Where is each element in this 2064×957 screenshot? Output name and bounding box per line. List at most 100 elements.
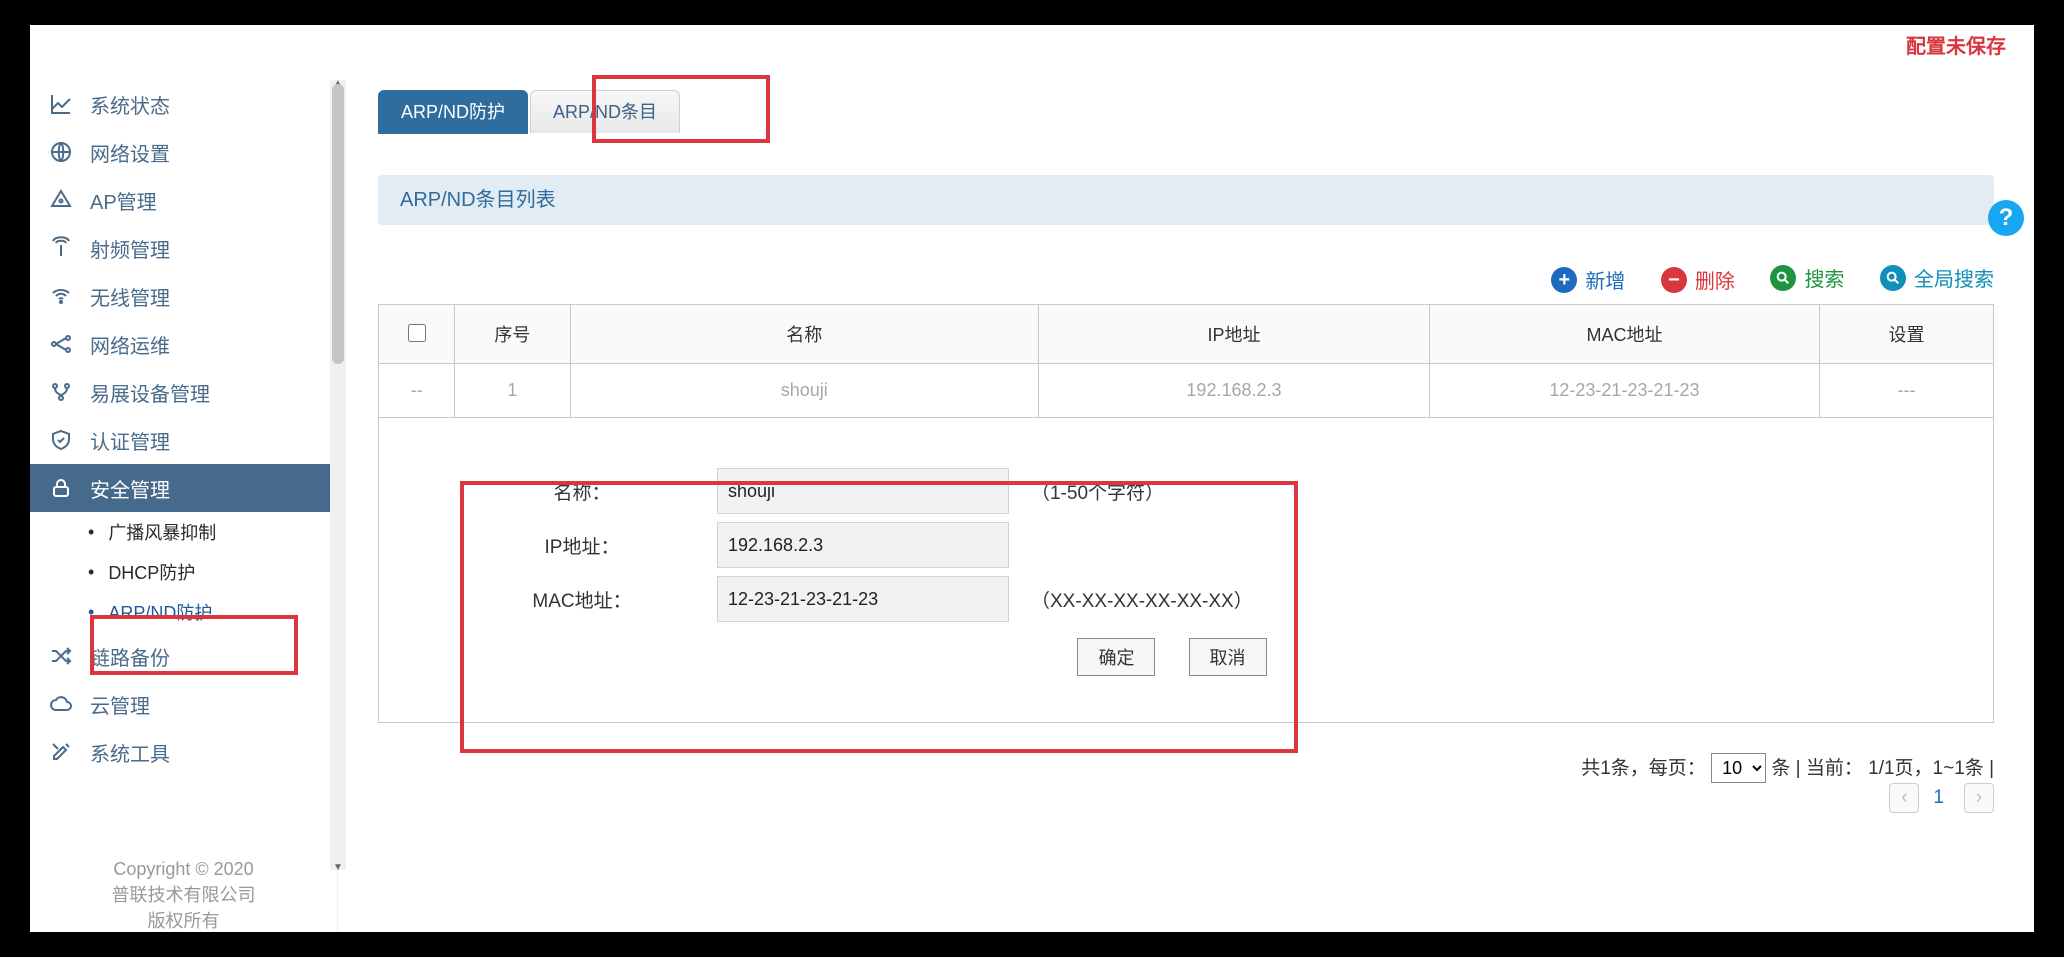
prev-page-button[interactable]: ‹ <box>1889 783 1919 813</box>
pager-count: 1 <box>1600 758 1611 779</box>
name-hint: （1-50个字符） <box>1031 478 1164 505</box>
action-search[interactable]: 搜索 <box>1770 263 1844 292</box>
sidebar-item-network-settings[interactable]: 网络设置 <box>30 128 337 176</box>
sidebar-item-label: 无线管理 <box>90 282 170 311</box>
sidebar-item-system-tools[interactable]: 系统工具 <box>30 728 337 776</box>
sidebar-item-system-status[interactable]: 系统状态 <box>30 80 337 128</box>
sidebar-item-wireless-management[interactable]: 无线管理 <box>30 272 337 320</box>
cell-check: -- <box>379 364 455 418</box>
antenna-icon <box>46 236 76 260</box>
sidebar-item-label: AP管理 <box>90 186 157 215</box>
tab-arp-nd-entries[interactable]: ARP/ND条目 <box>530 90 680 133</box>
copyright-line: 普联技术有限公司 <box>30 882 337 908</box>
cancel-button[interactable]: 取消 <box>1189 638 1267 676</box>
th-mac: MAC地址 <box>1430 305 1820 364</box>
submenu-dhcp-guard[interactable]: DHCP防护 <box>88 552 337 592</box>
sidebar-item-label: 易展设备管理 <box>90 378 210 407</box>
page-number[interactable]: 1 <box>1925 784 1953 812</box>
sidebar-item-rf-management[interactable]: 射频管理 <box>30 224 337 272</box>
sidebar-item-auth-management[interactable]: 认证管理 <box>30 416 337 464</box>
sidebar-item-link-backup[interactable]: 链路备份 <box>30 632 337 680</box>
cell-name: shouji <box>570 364 1038 418</box>
th-name: 名称 <box>570 305 1038 364</box>
pager-text: 条 | 当前： <box>1771 758 1863 779</box>
help-button[interactable]: ? <box>1988 200 2024 236</box>
action-delete[interactable]: − 删除 <box>1661 265 1735 294</box>
cell-seq: 1 <box>455 364 570 418</box>
sidebar-item-label: 安全管理 <box>90 474 170 503</box>
action-label: 全局搜索 <box>1914 263 1994 292</box>
tab-label: ARP/ND防护 <box>401 102 505 122</box>
sidebar-item-security[interactable]: 安全管理 <box>30 464 337 512</box>
ok-button[interactable]: 确定 <box>1077 638 1155 676</box>
table-row[interactable]: -- 1 shouji 192.168.2.3 12-23-21-23-21-2… <box>379 364 1994 418</box>
ip-label: IP地址： <box>427 532 717 559</box>
sidebar-item-ap-management[interactable]: AP管理 <box>30 176 337 224</box>
mac-input[interactable] <box>717 576 1009 622</box>
ap-icon <box>46 188 76 212</box>
next-page-button[interactable]: › <box>1964 783 1994 813</box>
submenu-item-label: ARP/ND防护 <box>108 599 212 625</box>
panel-title: ARP/ND条目列表 <box>378 175 1994 225</box>
action-label: 搜索 <box>1804 263 1844 292</box>
sidebar-item-label: 链路备份 <box>90 642 170 671</box>
action-label: 删除 <box>1695 265 1735 294</box>
pager-page-info: 1/1页，1~1条 <box>1868 758 1984 779</box>
cell-action: --- <box>1819 364 1993 418</box>
tools-icon <box>46 740 76 764</box>
chart-line-icon <box>46 92 76 116</box>
mesh-icon <box>46 380 76 404</box>
mac-hint: （XX-XX-XX-XX-XX-XX） <box>1031 586 1253 613</box>
submenu-item-label: 广播风暴抑制 <box>108 519 216 545</box>
submenu-arp-nd-guard[interactable]: ARP/ND防护 <box>88 592 337 632</box>
submenu-broadcast-storm[interactable]: 广播风暴抑制 <box>88 512 337 552</box>
global-search-icon <box>1880 265 1906 291</box>
per-page-select[interactable]: 10 <box>1711 753 1766 783</box>
security-submenu: 广播风暴抑制 DHCP防护 ARP/ND防护 <box>30 512 337 632</box>
unsaved-banner: 配置未保存 <box>1906 36 2006 58</box>
wifi-icon <box>46 284 76 308</box>
tab-label: ARP/ND条目 <box>553 102 657 122</box>
sidebar-item-label: 网络运维 <box>90 330 170 359</box>
action-global-search[interactable]: 全局搜索 <box>1880 263 1994 292</box>
cell-mac: 12-23-21-23-21-23 <box>1430 364 1820 418</box>
pager-text: 条，每页： <box>1611 758 1706 779</box>
tab-bar: ARP/ND防护 ARP/ND条目 <box>378 90 1994 135</box>
cloud-icon <box>46 692 76 716</box>
cell-ip: 192.168.2.3 <box>1038 364 1429 418</box>
edit-row: 名称： （1-50个字符） IP地址： MAC地址： <box>379 418 1994 723</box>
th-act: 设置 <box>1819 305 1993 364</box>
globe-icon <box>46 140 76 164</box>
content-area: ARP/ND防护 ARP/ND条目 ARP/ND条目列表 ? + 新增 − 删除 <box>338 80 2034 932</box>
tab-arp-nd-guard[interactable]: ARP/ND防护 <box>378 90 528 134</box>
pager-text: 共 <box>1581 758 1600 779</box>
sidebar-item-network-ops[interactable]: 网络运维 <box>30 320 337 368</box>
arp-nd-table: 序号 名称 IP地址 MAC地址 设置 -- 1 shouji 192.168.… <box>378 304 1994 723</box>
pager-text: | <box>1989 758 1994 779</box>
panel-title-text: ARP/ND条目列表 <box>400 189 556 211</box>
ip-input[interactable] <box>717 522 1009 568</box>
pagination: 共1条，每页： 10 条 | 当前： 1/1页，1~1条 | ‹ 1 › <box>378 753 1994 813</box>
select-all-checkbox[interactable] <box>408 324 426 342</box>
topology-icon <box>46 332 76 356</box>
name-input[interactable] <box>717 468 1009 514</box>
sidebar-item-cloud-management[interactable]: 云管理 <box>30 680 337 728</box>
mac-label: MAC地址： <box>427 586 717 613</box>
sidebar-item-label: 系统状态 <box>90 90 170 119</box>
sidebar-item-label: 射频管理 <box>90 234 170 263</box>
sidebar-item-mesh-device[interactable]: 易展设备管理 <box>30 368 337 416</box>
plus-icon: + <box>1551 267 1577 293</box>
shuffle-icon <box>46 644 76 668</box>
sidebar-item-label: 云管理 <box>90 690 150 719</box>
action-add[interactable]: + 新增 <box>1551 265 1625 294</box>
shield-check-icon <box>46 428 76 452</box>
sidebar-item-label: 网络设置 <box>90 138 170 167</box>
submenu-item-label: DHCP防护 <box>108 559 195 585</box>
lock-icon <box>46 476 76 500</box>
sidebar-item-label: 认证管理 <box>90 426 170 455</box>
copyright-line: 版权所有 <box>30 908 337 932</box>
search-icon <box>1770 265 1796 291</box>
minus-icon: − <box>1661 267 1687 293</box>
name-label: 名称： <box>427 478 717 505</box>
sidebar: 系统状态 网络设置 AP管理 <box>30 80 338 932</box>
